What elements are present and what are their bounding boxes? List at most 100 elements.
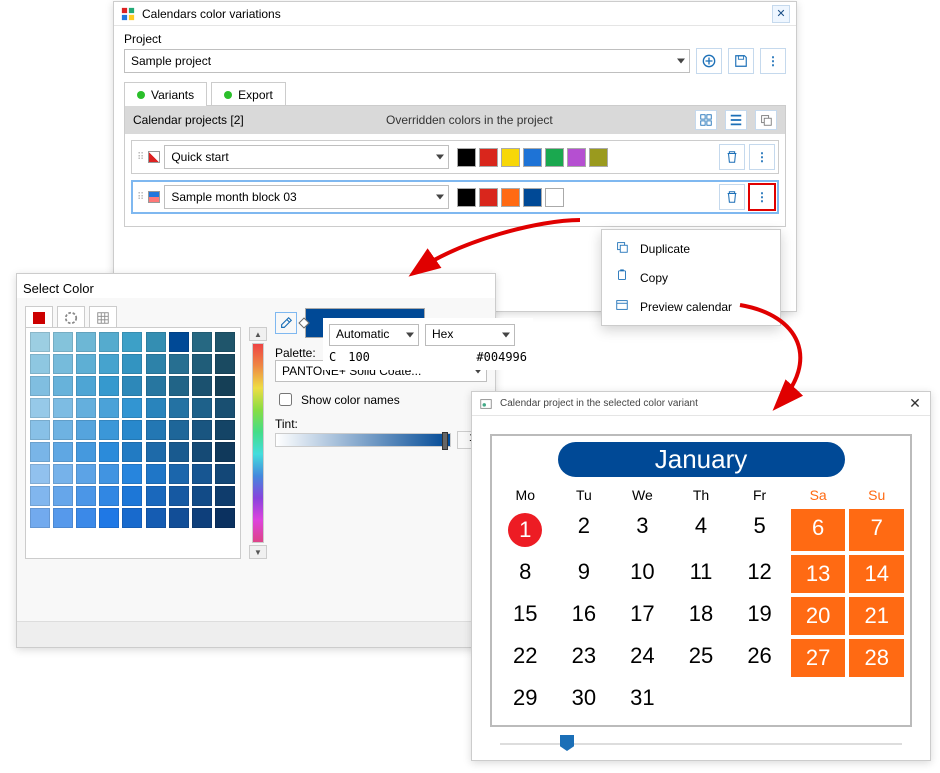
color-swatch[interactable]	[545, 148, 564, 167]
color-cell[interactable]	[146, 486, 166, 506]
color-cell[interactable]	[76, 508, 96, 528]
color-cell[interactable]	[99, 442, 119, 462]
delete-row-button[interactable]	[719, 144, 745, 170]
color-cell[interactable]	[122, 442, 142, 462]
color-cell[interactable]	[169, 354, 189, 374]
hue-strip[interactable]	[252, 343, 264, 543]
delete-row-button[interactable]	[719, 184, 745, 210]
drag-handle-icon[interactable]: ⠿	[135, 152, 144, 163]
color-cell[interactable]	[146, 332, 166, 352]
picker-tab-grid[interactable]	[89, 306, 117, 328]
color-cell[interactable]	[192, 376, 212, 396]
color-cell[interactable]	[122, 354, 142, 374]
menu-item-copy[interactable]: Copy	[602, 263, 780, 292]
color-cell[interactable]	[192, 332, 212, 352]
copy-panel-button[interactable]	[755, 110, 777, 130]
color-cell[interactable]	[76, 442, 96, 462]
color-cell[interactable]	[192, 486, 212, 506]
color-cell[interactable]	[53, 420, 73, 440]
color-cell[interactable]	[99, 508, 119, 528]
preview-slider[interactable]	[490, 735, 912, 752]
color-cell[interactable]	[122, 376, 142, 396]
color-swatch[interactable]	[523, 188, 542, 207]
scroll-up-button[interactable]: ▲	[249, 327, 267, 341]
color-cell[interactable]	[30, 376, 50, 396]
color-swatch[interactable]	[457, 188, 476, 207]
eyedropper-button[interactable]	[275, 312, 297, 334]
color-cell[interactable]	[76, 376, 96, 396]
project-select[interactable]: Sample project	[124, 49, 690, 73]
color-cell[interactable]	[30, 464, 50, 484]
color-cell[interactable]	[76, 398, 96, 418]
color-cell[interactable]	[192, 420, 212, 440]
color-cell[interactable]	[30, 398, 50, 418]
color-cell[interactable]	[169, 376, 189, 396]
menu-item-duplicate[interactable]: Duplicate	[602, 234, 780, 263]
color-cell[interactable]	[169, 398, 189, 418]
color-cell[interactable]	[76, 464, 96, 484]
color-swatch[interactable]	[589, 148, 608, 167]
color-swatch[interactable]	[479, 188, 498, 207]
color-cell[interactable]	[169, 332, 189, 352]
color-cell[interactable]	[30, 508, 50, 528]
color-cell[interactable]	[30, 332, 50, 352]
more-button[interactable]: ⋮	[760, 48, 786, 74]
slider-thumb[interactable]	[560, 735, 574, 751]
show-color-names-checkbox[interactable]: Show color names	[275, 390, 487, 409]
menu-item-preview[interactable]: Preview calendar	[602, 292, 780, 321]
color-cell[interactable]	[30, 442, 50, 462]
color-swatch[interactable]	[479, 148, 498, 167]
color-cell[interactable]	[169, 464, 189, 484]
project-name-select[interactable]: Quick start	[164, 145, 449, 169]
color-cell[interactable]	[215, 332, 235, 352]
color-cell[interactable]	[169, 442, 189, 462]
color-swatch[interactable]	[523, 148, 542, 167]
color-cell[interactable]	[30, 486, 50, 506]
color-cell[interactable]	[169, 486, 189, 506]
color-cell[interactable]	[76, 420, 96, 440]
color-swatch[interactable]	[501, 188, 520, 207]
color-cell[interactable]	[99, 464, 119, 484]
color-cell[interactable]	[99, 376, 119, 396]
color-cell[interactable]	[215, 508, 235, 528]
color-swatch-grid[interactable]	[25, 327, 241, 559]
color-cell[interactable]	[53, 398, 73, 418]
drag-handle-icon[interactable]: ⠿	[135, 192, 144, 203]
color-cell[interactable]	[146, 508, 166, 528]
color-cell[interactable]	[215, 464, 235, 484]
color-cell[interactable]	[99, 420, 119, 440]
color-cell[interactable]	[146, 376, 166, 396]
color-cell[interactable]	[53, 332, 73, 352]
color-cell[interactable]	[99, 398, 119, 418]
color-cell[interactable]	[146, 442, 166, 462]
color-cell[interactable]	[30, 354, 50, 374]
color-cell[interactable]	[53, 354, 73, 374]
close-button[interactable]: ✕	[772, 5, 790, 23]
row-more-button[interactable]: ⋮	[749, 144, 775, 170]
color-cell[interactable]	[215, 442, 235, 462]
color-cell[interactable]	[146, 354, 166, 374]
color-cell[interactable]	[76, 354, 96, 374]
color-cell[interactable]	[192, 398, 212, 418]
color-cell[interactable]	[53, 442, 73, 462]
color-cell[interactable]	[122, 508, 142, 528]
color-cell[interactable]	[169, 420, 189, 440]
color-cell[interactable]	[192, 442, 212, 462]
close-button[interactable]: ✕	[906, 395, 924, 413]
color-cell[interactable]	[192, 464, 212, 484]
color-cell[interactable]	[215, 376, 235, 396]
color-space-select[interactable]: Automatic	[329, 324, 419, 346]
color-swatch[interactable]	[545, 188, 564, 207]
color-cell[interactable]	[53, 376, 73, 396]
color-cell[interactable]	[76, 332, 96, 352]
format-select[interactable]: Hex	[425, 324, 515, 346]
color-cell[interactable]	[192, 354, 212, 374]
save-button[interactable]	[728, 48, 754, 74]
color-cell[interactable]	[53, 508, 73, 528]
color-cell[interactable]	[30, 420, 50, 440]
color-cell[interactable]	[122, 464, 142, 484]
tab-export[interactable]: Export	[211, 82, 286, 106]
scroll-down-button[interactable]: ▼	[249, 545, 267, 559]
view-grid-button[interactable]	[695, 110, 717, 130]
color-cell[interactable]	[53, 486, 73, 506]
